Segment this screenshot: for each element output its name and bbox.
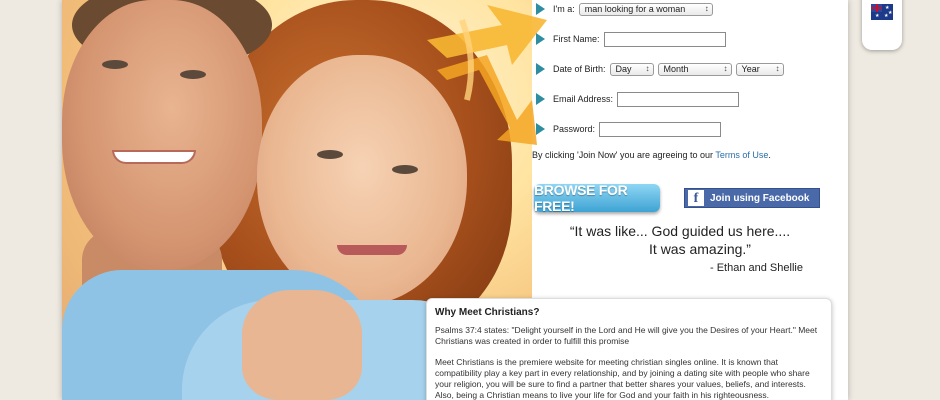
dob-label: Date of Birth: bbox=[553, 64, 606, 74]
join-facebook-button[interactable]: f Join using Facebook bbox=[684, 188, 820, 208]
quote-line-2: It was amazing.” bbox=[649, 241, 751, 257]
first-name-label: First Name: bbox=[553, 34, 600, 44]
play-arrow-icon bbox=[536, 3, 545, 15]
password-label: Password: bbox=[553, 124, 596, 134]
dob-year-select[interactable]: Year bbox=[735, 62, 784, 76]
row-im-a: I'm a: man looking for a woman bbox=[536, 0, 717, 18]
why-title: Why Meet Christians? bbox=[435, 307, 540, 318]
terms-suffix: . bbox=[768, 150, 771, 160]
row-dob: Date of Birth: Day Month Year bbox=[536, 60, 788, 78]
union-jack bbox=[871, 4, 882, 12]
browse-for-free-button[interactable]: BROWSE FOR FREE! bbox=[534, 182, 660, 214]
hand bbox=[242, 290, 362, 400]
email-input[interactable] bbox=[617, 91, 740, 107]
testimonial-author: - Ethan and Shellie bbox=[710, 262, 803, 274]
man-face bbox=[62, 0, 262, 270]
terms-prefix: By clicking 'Join Now' you are agreeing … bbox=[532, 150, 716, 160]
signup-form: I'm a: man looking for a woman First Nam… bbox=[470, 0, 784, 175]
man-eye-left bbox=[102, 60, 128, 69]
flag-star: ★ bbox=[888, 10, 893, 16]
play-arrow-icon bbox=[536, 63, 545, 75]
password-input[interactable] bbox=[599, 121, 722, 137]
facebook-button-label: Join using Facebook bbox=[710, 192, 810, 204]
australia-flag-icon[interactable]: ★ ★ ★ ★ bbox=[871, 4, 893, 20]
quote-line-1: “It was like... God guided us here.... bbox=[569, 223, 791, 239]
why-paragraph-1: Psalms 37:4 states: "Delight yourself in… bbox=[435, 325, 818, 346]
play-arrow-icon bbox=[536, 93, 545, 105]
why-meet-christians-box: Why Meet Christians? Psalms 37:4 states:… bbox=[426, 298, 832, 400]
man-eye-right bbox=[180, 70, 206, 79]
flag-star: ★ bbox=[875, 13, 880, 19]
country-selector-tab[interactable]: ★ ★ ★ ★ bbox=[862, 0, 902, 50]
row-first-name: First Name: bbox=[536, 30, 726, 48]
terms-text: By clicking 'Join Now' you are agreeing … bbox=[532, 150, 771, 160]
woman-smile bbox=[337, 245, 407, 255]
why-paragraph-2: Meet Christians is the premiere website … bbox=[435, 357, 810, 400]
dob-day-select[interactable]: Day bbox=[609, 62, 654, 76]
facebook-icon: f bbox=[688, 190, 704, 206]
woman-eye-left bbox=[317, 150, 343, 159]
page: I'm a: man looking for a woman First Nam… bbox=[0, 0, 940, 400]
dob-month-select[interactable]: Month bbox=[657, 62, 732, 76]
play-arrow-icon bbox=[536, 123, 545, 135]
man-smile bbox=[112, 150, 196, 164]
woman-eye-right bbox=[392, 165, 418, 174]
im-a-label: I'm a: bbox=[553, 4, 575, 14]
row-email: Email Address: bbox=[536, 90, 740, 108]
terms-of-use-link[interactable]: Terms of Use bbox=[715, 150, 768, 160]
first-name-input[interactable] bbox=[603, 31, 726, 47]
flag-star: ★ bbox=[884, 13, 889, 19]
play-arrow-icon bbox=[536, 33, 545, 45]
testimonial-quote: “It was like... God guided us here.... I… bbox=[540, 222, 820, 258]
im-a-select[interactable]: man looking for a woman bbox=[578, 2, 713, 16]
row-password: Password: bbox=[536, 120, 722, 138]
email-label: Email Address: bbox=[553, 94, 614, 104]
